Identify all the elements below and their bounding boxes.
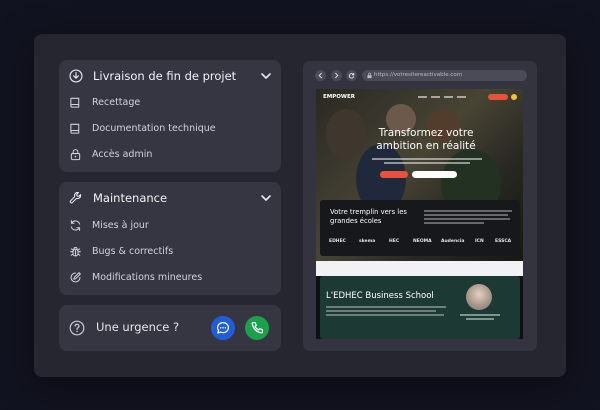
menu-item-minor-changes[interactable]: Modifications mineures	[59, 267, 281, 289]
address-bar[interactable]: https://votresitereactivable.com	[362, 70, 527, 81]
portrait-image	[466, 284, 492, 310]
text-line	[372, 158, 482, 160]
phone-icon	[251, 321, 264, 334]
nav-link[interactable]	[457, 96, 466, 98]
url-text: https://votresitereactivable.com	[374, 72, 463, 78]
text-line	[326, 314, 444, 316]
text-line	[384, 162, 470, 164]
text-line	[466, 318, 494, 320]
chevron-down-icon[interactable]	[260, 70, 272, 82]
chevron-right-icon	[335, 72, 339, 79]
portrait-caption	[460, 314, 500, 322]
school-card-title: L'EDHEC Business School	[326, 291, 434, 301]
school-logo: ICN	[475, 239, 484, 244]
school-logo: Audencia	[441, 239, 465, 244]
menu-item-admin-access[interactable]: Accès admin	[59, 144, 281, 166]
menu-item-recettage[interactable]: Recettage	[59, 92, 281, 114]
text-line	[424, 210, 512, 212]
delivery-header[interactable]: Livraison de fin de projet	[59, 60, 281, 94]
schools-band: Votre tremplin vers les grandes écoles E…	[320, 200, 520, 256]
menu-item-label: Recettage	[92, 97, 141, 108]
menu-item-label: Accès admin	[92, 149, 153, 160]
school-logo: skema	[359, 239, 376, 244]
urgency-card: Une urgence ?	[59, 305, 281, 351]
delivery-card: Livraison de fin de projet Recettage Doc…	[59, 60, 281, 172]
text-line	[424, 222, 484, 224]
school-card[interactable]: L'EDHEC Business School	[320, 276, 520, 339]
text-line	[460, 314, 500, 316]
website-preview: EMPOWER Transformez votre ambition en ré…	[316, 89, 523, 339]
page-divider	[316, 261, 523, 276]
back-button[interactable]	[315, 70, 326, 81]
forward-button[interactable]	[331, 70, 342, 81]
menu-item-updates[interactable]: Mises à jour	[59, 215, 281, 237]
site-nav	[418, 96, 476, 98]
delivery-title: Livraison de fin de projet	[93, 69, 237, 83]
text-line	[326, 310, 436, 312]
site-cta-button[interactable]	[488, 94, 508, 100]
reload-button[interactable]	[346, 70, 357, 81]
maintenance-title: Maintenance	[93, 191, 168, 205]
bug-icon	[70, 246, 81, 257]
menu-item-label: Modifications mineures	[92, 272, 203, 283]
wrench-icon	[69, 191, 82, 204]
menu-item-label: Bugs & correctifs	[92, 246, 174, 257]
menu-item-documentation[interactable]: Documentation technique	[59, 118, 281, 140]
refresh-icon	[70, 220, 81, 231]
band-title: Votre tremplin vers les grandes écoles	[330, 208, 407, 225]
hero-subtitle	[372, 158, 482, 168]
hero-title: Transformez votre ambition en réalité	[376, 127, 476, 152]
hero-secondary-button[interactable]	[412, 171, 457, 178]
menu-item-bugs[interactable]: Bugs & correctifs	[59, 241, 281, 263]
edit-icon	[70, 272, 81, 283]
school-logo: NEOMA	[413, 239, 432, 244]
school-logos: EDHEC skema HEC NEOMA Audencia ICN ESSCA	[329, 237, 515, 247]
site-avatar[interactable]	[511, 94, 517, 100]
reload-icon	[348, 73, 355, 79]
school-logo: EDHEC	[329, 239, 346, 244]
lock-icon	[70, 149, 81, 161]
text-line	[424, 214, 508, 216]
band-text	[424, 210, 512, 230]
browser-window: https://votresitereactivable.com EMPOWER…	[303, 61, 537, 351]
urgency-label: Une urgence ?	[96, 320, 180, 334]
text-line	[424, 218, 510, 220]
book-icon	[70, 123, 80, 134]
maintenance-header[interactable]: Maintenance	[59, 182, 281, 216]
chevron-down-icon[interactable]	[260, 192, 272, 204]
chat-icon	[217, 322, 229, 334]
maintenance-card: Maintenance Mises à jour Bugs & correcti…	[59, 182, 281, 295]
book-icon	[70, 97, 80, 108]
menu-item-label: Mises à jour	[92, 220, 149, 231]
question-circle-icon	[69, 320, 85, 336]
site-logo: EMPOWER	[323, 94, 355, 100]
nav-link[interactable]	[418, 96, 427, 98]
school-logo: ESSCA	[495, 239, 512, 244]
nav-link[interactable]	[431, 96, 440, 98]
text-line	[326, 306, 446, 308]
phone-button[interactable]	[245, 316, 269, 340]
hero-primary-button[interactable]	[380, 171, 408, 178]
nav-link[interactable]	[444, 96, 453, 98]
lock-icon	[367, 72, 372, 79]
chat-button[interactable]	[211, 316, 235, 340]
download-circle-icon	[69, 69, 83, 83]
menu-item-label: Documentation technique	[92, 123, 216, 134]
school-logo: HEC	[389, 239, 400, 244]
chevron-left-icon	[318, 72, 322, 79]
